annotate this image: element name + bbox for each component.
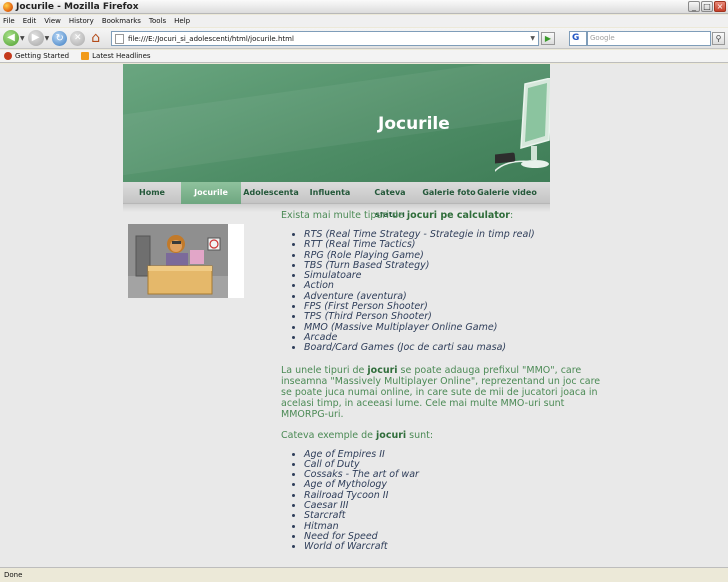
examples-text: Cateva exemple de bbox=[281, 429, 377, 441]
list-item: World of Warcraft bbox=[304, 541, 601, 552]
main-article: Exista mai multe tipuri de jocuri pe cal… bbox=[281, 210, 601, 553]
bookmarks-toolbar: Getting Started Latest Headlines bbox=[0, 50, 728, 63]
minimize-button[interactable]: _ bbox=[688, 1, 700, 12]
status-bar: Done bbox=[0, 567, 728, 582]
tab-home[interactable]: Home bbox=[123, 182, 181, 204]
menu-tools[interactable]: Tools bbox=[149, 17, 166, 25]
address-bar[interactable]: file:///E:/Jocuri_si_adolescenti/html/jo… bbox=[111, 31, 539, 46]
tab-influenta[interactable]: Influenta bbox=[301, 182, 359, 204]
menu-history[interactable]: History bbox=[69, 17, 94, 25]
search-input[interactable]: Google bbox=[587, 31, 711, 46]
back-arrow-icon: ◀ bbox=[3, 30, 19, 46]
page-icon bbox=[115, 33, 124, 44]
menu-view[interactable]: View bbox=[44, 17, 61, 25]
menu-bookmarks[interactable]: Bookmarks bbox=[102, 17, 141, 25]
list-item: Starcraft bbox=[304, 511, 601, 522]
mmo-paragraph: La unele tipuri de jocuri se poate adaug… bbox=[281, 365, 601, 420]
home-icon: ⌂ bbox=[91, 30, 101, 46]
menu-edit[interactable]: Edit bbox=[23, 17, 37, 25]
examples-keyword: jocuri bbox=[376, 429, 407, 441]
close-button[interactable]: × bbox=[714, 1, 726, 12]
back-dropdown-icon[interactable]: ▼ bbox=[20, 35, 25, 42]
tab-galerie-foto[interactable]: Galerie foto bbox=[421, 182, 477, 204]
reload-button[interactable]: ↻ bbox=[52, 30, 68, 46]
firefox-logo-icon bbox=[3, 1, 13, 12]
header-banner: Jocurile bbox=[123, 64, 550, 182]
search-icon[interactable]: ⚲ bbox=[712, 32, 725, 45]
home-button[interactable]: ⌂ bbox=[88, 30, 103, 46]
status-text: Done bbox=[4, 571, 23, 579]
computer-illustration-icon bbox=[495, 78, 550, 172]
mmo-text-start: La unele tipuri de bbox=[281, 364, 368, 376]
game-examples-list: Age of Empires II Call of Duty Cossaks -… bbox=[296, 449, 601, 553]
list-item: Caesar III bbox=[304, 500, 601, 511]
window-title: Jocurile - Mozilla Firefox bbox=[16, 1, 139, 12]
url-dropdown-icon[interactable]: ▼ bbox=[530, 35, 535, 42]
banner-decoration bbox=[123, 64, 550, 180]
tab-galerie-video[interactable]: Galerie video bbox=[477, 182, 537, 204]
forward-arrow-icon: ▶ bbox=[27, 30, 44, 46]
go-button[interactable]: ▶ bbox=[541, 32, 555, 45]
stop-button[interactable]: ✕ bbox=[70, 30, 86, 46]
tab-jocurile[interactable]: Jocurile bbox=[181, 181, 241, 204]
window-controls: _ □ × bbox=[688, 1, 726, 12]
cartoon-office-illustration bbox=[128, 224, 228, 298]
list-item: Simulatoare bbox=[304, 270, 601, 281]
stop-icon: ✕ bbox=[70, 30, 86, 46]
rss-feed-icon bbox=[81, 52, 90, 60]
intro-keyword: jocuri pe calculator bbox=[406, 210, 510, 221]
tab-cateva-sfaturi[interactable]: Cateva sfaturi bbox=[359, 182, 421, 219]
cartoon-image bbox=[128, 224, 244, 298]
navigation-toolbar: ◀ ▼ ▶ ▼ ↻ ✕ ⌂ file:///E:/Jocuri_si_adolesc… bbox=[0, 28, 728, 49]
mmo-keyword: jocuri bbox=[367, 364, 398, 376]
menu-file[interactable]: File bbox=[3, 17, 15, 25]
intro-colon: : bbox=[510, 210, 514, 221]
intro-paragraph: Exista mai multe tipuri de jocuri pe cal… bbox=[281, 210, 601, 221]
bookmark-getting-started[interactable]: Getting Started bbox=[4, 52, 69, 60]
menu-help[interactable]: Help bbox=[174, 17, 190, 25]
title-bar: Jocurile - Mozilla Firefox _ □ × bbox=[0, 0, 728, 14]
forward-button[interactable]: ▶ ▼ bbox=[27, 30, 50, 46]
list-item: Railroad Tycoon II bbox=[304, 490, 601, 501]
list-item: Board/Card Games (Joc de carti sau masa) bbox=[304, 342, 601, 353]
bookmark-label: Latest Headlines bbox=[92, 52, 151, 60]
bookmark-label: Getting Started bbox=[15, 52, 70, 60]
bookmark-latest-headlines[interactable]: Latest Headlines bbox=[81, 52, 151, 60]
maximize-button[interactable]: □ bbox=[701, 1, 713, 12]
tab-adolescenta[interactable]: Adolescenta bbox=[241, 182, 301, 204]
reload-icon: ↻ bbox=[52, 30, 68, 46]
site-navigation: Home Jocurile Adolescenta Influenta Cate… bbox=[123, 181, 550, 219]
examples-suffix: sunt: bbox=[406, 429, 434, 441]
back-button[interactable]: ◀ ▼ bbox=[3, 30, 25, 46]
bookmark-icon bbox=[4, 52, 12, 60]
url-text[interactable]: file:///E:/Jocuri_si_adolescenti/html/jo… bbox=[128, 35, 294, 43]
forward-dropdown-icon[interactable]: ▼ bbox=[45, 35, 50, 42]
page-content[interactable]: Jocurile Home Jocurile Adolescenta Influ… bbox=[0, 64, 728, 567]
menu-bar: File Edit View History Bookmarks Tools H… bbox=[0, 15, 728, 27]
banner-title: Jocurile bbox=[378, 114, 450, 134]
list-item: MMO (Massive Multiplayer Online Game) bbox=[304, 322, 601, 333]
game-types-list: RTS (Real Time Strategy - Strategie in t… bbox=[296, 229, 601, 354]
examples-paragraph: Cateva exemple de jocuri sunt: bbox=[281, 430, 601, 441]
intro-text: Exista mai multe tipuri de bbox=[281, 210, 407, 221]
search-engine-icon[interactable]: G bbox=[569, 31, 587, 46]
